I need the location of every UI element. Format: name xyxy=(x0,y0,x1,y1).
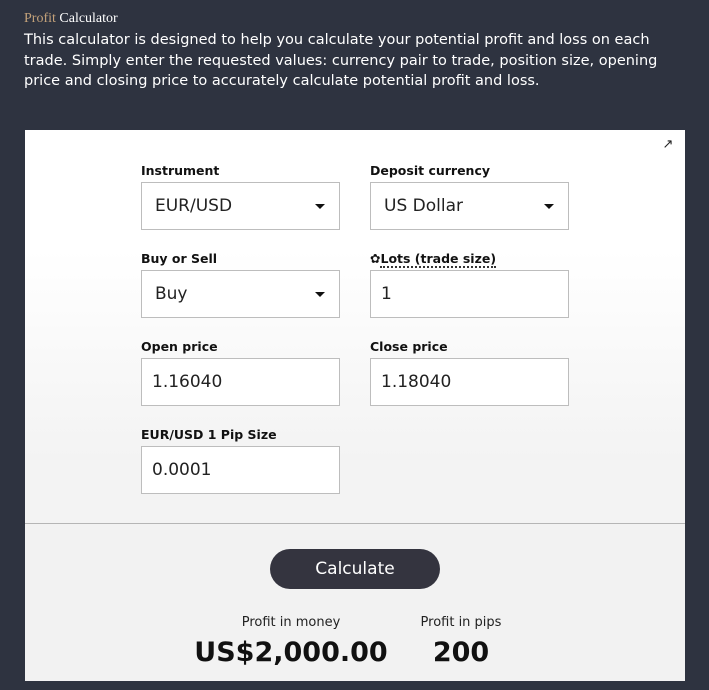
profit-pips-label: Profit in pips xyxy=(420,615,502,630)
deposit-currency-value: US Dollar xyxy=(384,196,463,216)
pip-size-input[interactable]: 0.0001 xyxy=(141,446,340,494)
lots-label-text[interactable]: Lots (trade size) xyxy=(380,251,497,268)
buy-sell-label: Buy or Sell xyxy=(141,251,218,266)
page-heading: Profit Calculator xyxy=(24,11,118,27)
pip-size-field: EUR/USD 1 Pip Size 0.0001 xyxy=(141,427,341,494)
gear-icon: ✿ xyxy=(370,251,381,266)
deposit-currency-label: Deposit currency xyxy=(370,163,491,178)
profit-money-value: US$2,000.00 xyxy=(194,637,388,668)
heading-word-calculator: Calculator xyxy=(59,11,118,26)
instrument-label: Instrument xyxy=(141,163,220,178)
profit-calculator-widget: ↗ Instrument EUR/USD Deposit currency US… xyxy=(25,130,685,681)
open-price-label: Open price xyxy=(141,339,218,354)
lots-input[interactable]: 1 xyxy=(370,270,569,318)
buy-sell-select[interactable]: Buy xyxy=(141,270,340,318)
open-price-input[interactable]: 1.16040 xyxy=(141,358,340,406)
close-price-label: Close price xyxy=(370,339,448,354)
instrument-value: EUR/USD xyxy=(155,196,233,216)
chevron-down-icon xyxy=(315,292,325,297)
instrument-field: Instrument EUR/USD xyxy=(141,163,341,230)
profit-pips-value: 200 xyxy=(432,637,490,668)
deposit-currency-select[interactable]: US Dollar xyxy=(370,182,569,230)
calculate-button[interactable]: Calculate xyxy=(270,549,440,589)
description: This calculator is designed to help you … xyxy=(24,32,658,89)
buy-sell-field: Buy or Sell Buy xyxy=(141,251,341,318)
deposit-currency-field: Deposit currency US Dollar xyxy=(370,163,570,230)
profit-money-label: Profit in money xyxy=(241,615,341,630)
buy-sell-value: Buy xyxy=(155,284,188,304)
close-price-field: Close price 1.18040 xyxy=(370,339,570,406)
pip-size-label: EUR/USD 1 Pip Size xyxy=(141,427,277,442)
profit-money-result: Profit in money US$2,000.00 xyxy=(191,614,391,669)
open-price-field: Open price 1.16040 xyxy=(141,339,341,406)
instrument-select[interactable]: EUR/USD xyxy=(141,182,340,230)
results-panel: Calculate Profit in money US$2,000.00 Pr… xyxy=(25,524,685,681)
chevron-down-icon xyxy=(315,204,325,209)
close-price-input[interactable]: 1.18040 xyxy=(370,358,569,406)
chevron-down-icon xyxy=(544,204,554,209)
external-link-icon[interactable]: ↗ xyxy=(661,138,675,152)
heading-word-profit: Profit xyxy=(24,11,56,26)
lots-field: ✿Lots (trade size) 1 xyxy=(370,251,570,318)
profit-pips-result: Profit in pips 200 xyxy=(401,614,521,669)
lots-label: ✿Lots (trade size) xyxy=(370,251,570,268)
